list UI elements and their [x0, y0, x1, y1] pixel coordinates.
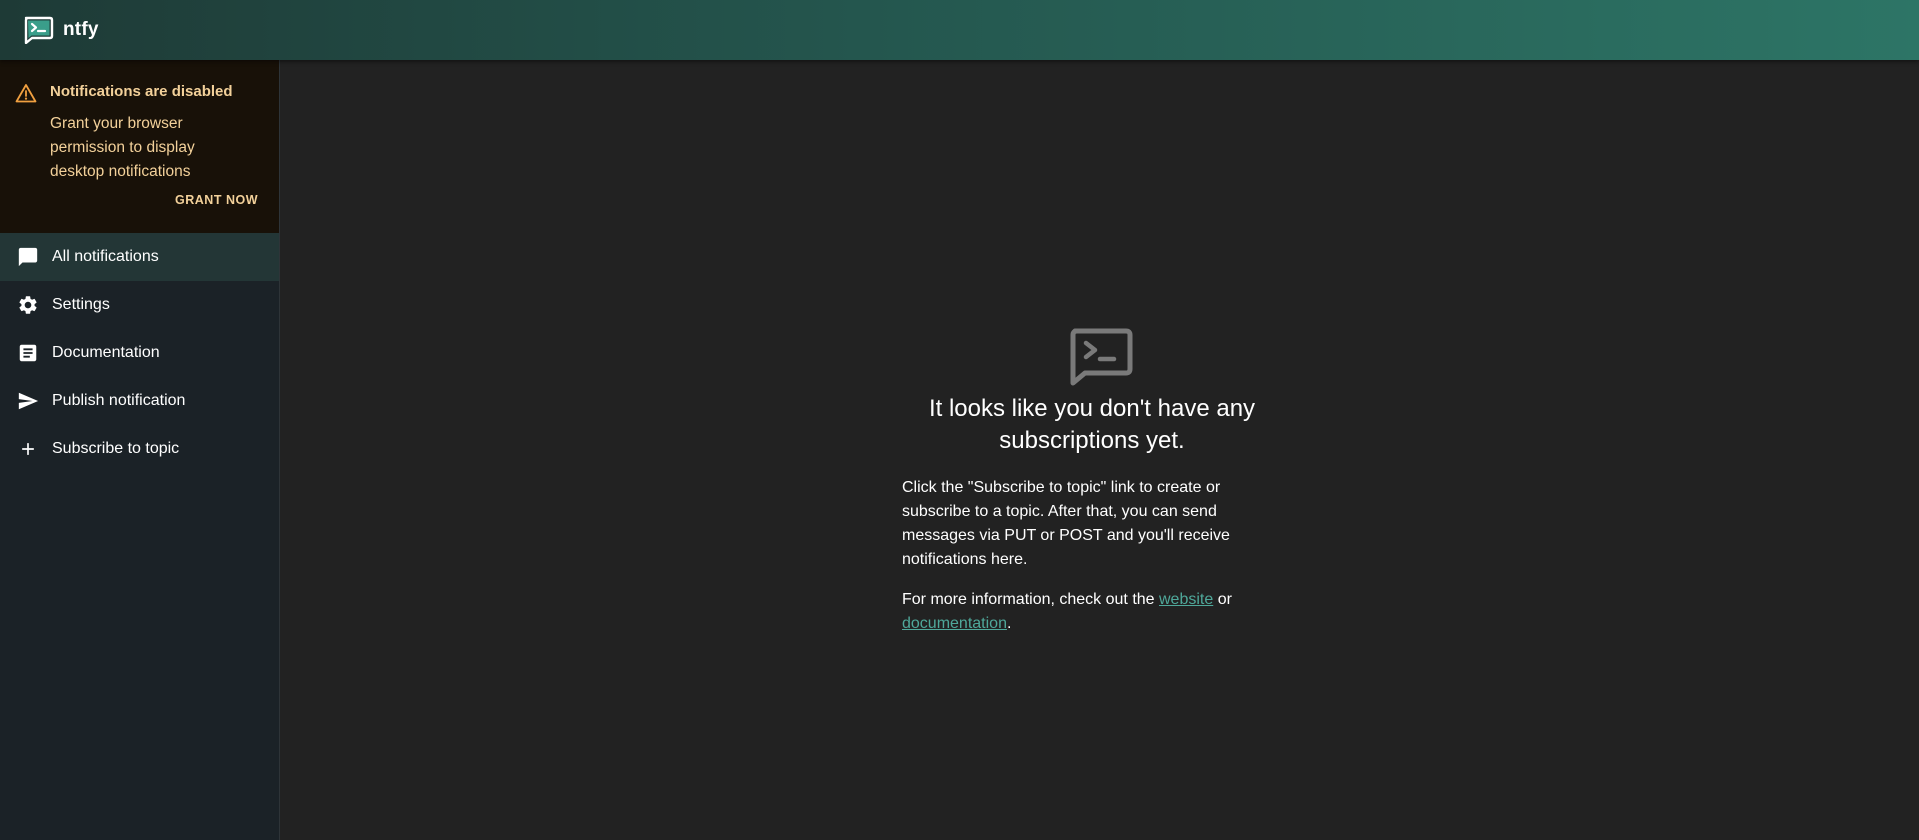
- sidebar-item-all-notifications[interactable]: All notifications: [0, 233, 279, 281]
- notifications-disabled-alert: Notifications are disabled Grant your br…: [0, 60, 279, 233]
- alert-body: Grant your browser permission to display…: [50, 115, 195, 180]
- sidebar-item-label: Documentation: [52, 344, 160, 361]
- terminal-message-icon: [1067, 328, 1133, 386]
- sidebar: Notifications are disabled Grant your br…: [0, 60, 280, 840]
- empty-state-more-info: For more information, check out the webs…: [902, 588, 1262, 636]
- more-info-middle: or: [1213, 591, 1232, 608]
- sidebar-item-subscribe-to-topic[interactable]: Subscribe to topic: [0, 425, 279, 473]
- plus-icon: [16, 437, 40, 461]
- website-link[interactable]: website: [1159, 591, 1213, 608]
- main-content: It looks like you don't have any subscri…: [281, 60, 1919, 840]
- chat-icon: [16, 245, 40, 269]
- more-info-suffix: .: [1006, 615, 1012, 632]
- sidebar-item-publish-notification[interactable]: Publish notification: [0, 377, 279, 425]
- gear-icon: [16, 293, 40, 317]
- empty-state-title: It looks like you don't have any subscri…: [928, 395, 1256, 454]
- sidebar-item-label: All notifications: [52, 248, 159, 265]
- grant-now-button[interactable]: GRANT NOW: [175, 193, 258, 207]
- more-info-prefix: For more information, check out the: [902, 591, 1159, 608]
- documentation-link[interactable]: documentation: [902, 615, 1007, 632]
- sidebar-item-settings[interactable]: Settings: [0, 281, 279, 329]
- app-title: ntfy: [63, 19, 99, 40]
- ntfy-logo-icon[interactable]: [22, 16, 54, 44]
- sidebar-item-documentation[interactable]: Documentation: [0, 329, 279, 377]
- app-bar: ntfy: [0, 0, 1919, 60]
- warning-icon: [15, 83, 37, 103]
- empty-state-description: Click the "Subscribe to topic" link to c…: [902, 479, 1230, 568]
- send-icon: [16, 389, 40, 413]
- sidebar-item-label: Settings: [52, 296, 110, 313]
- alert-title: Notifications are disabled: [50, 83, 233, 100]
- sidebar-item-label: Publish notification: [52, 392, 186, 409]
- sidebar-item-label: Subscribe to topic: [52, 440, 180, 457]
- article-icon: [16, 341, 40, 365]
